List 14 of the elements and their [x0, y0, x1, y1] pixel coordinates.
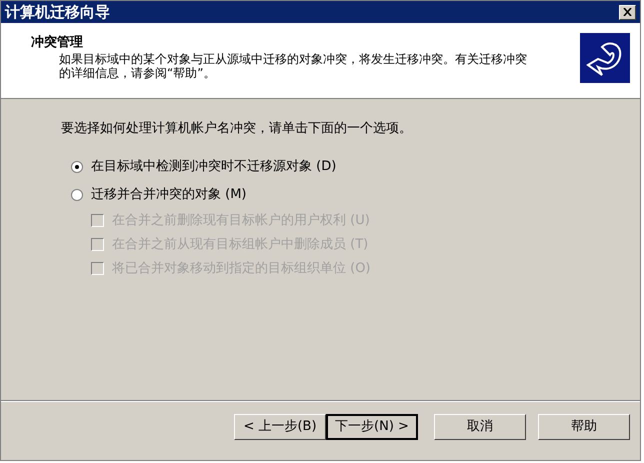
header-description: 如果目标域中的某个对象与正从源域中迁移的对象冲突，将发生迁移冲突。有关迁移冲突的详细信息，请参阅“帮助”。 [58, 52, 528, 80]
header-title: 冲突管理 [31, 35, 84, 51]
radio-button[interactable] [71, 160, 83, 172]
wizard-button[interactable]: 帮助 [538, 414, 630, 440]
window-title: 计算机迁移向导 [5, 2, 110, 23]
close-icon [623, 8, 632, 16]
wizard-button[interactable]: 取消 [434, 414, 526, 440]
wizard-button[interactable]: 下一步(N) > [326, 414, 418, 440]
radio-option[interactable]: 迁移并合并冲突的对象 (M) [71, 180, 640, 208]
radio-option[interactable]: 在目标域中检测到冲突时不迁移源对象 (D) [71, 152, 640, 180]
close-button[interactable] [619, 4, 636, 20]
wizard-button[interactable]: < 上一步(B) [234, 414, 326, 440]
instruction-text: 要选择如何处理计算机帐户名冲突，请单击下面的一个选项。 [61, 120, 413, 138]
radio-button[interactable] [71, 188, 83, 200]
